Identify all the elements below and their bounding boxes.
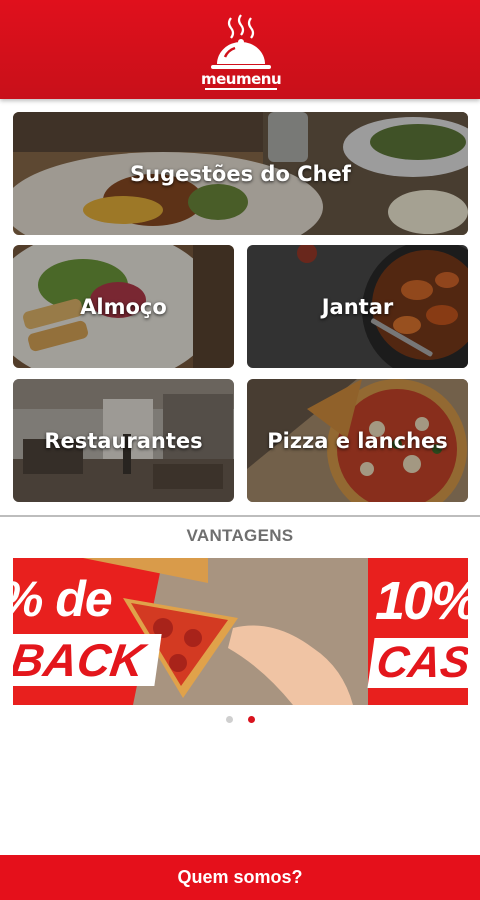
- meumenu-logo[interactable]: meumenu: [201, 12, 282, 92]
- banner-text-right-line2: CASH: [367, 638, 468, 688]
- category-card-chef-suggestions[interactable]: Sugestões do Chef: [13, 112, 468, 235]
- about-us-label: Quem somos?: [177, 867, 303, 887]
- category-card-pizza-snacks[interactable]: Pizza e lanches: [247, 379, 468, 502]
- category-label: Almoço: [80, 294, 167, 319]
- section-title-advantages: VANTAGENS: [186, 526, 294, 545]
- category-label: Jantar: [321, 294, 394, 319]
- category-card-restaurants[interactable]: Restaurantes: [13, 379, 234, 502]
- logo-underline: [205, 88, 277, 90]
- section-divider: [0, 515, 480, 517]
- category-label: Sugestões do Chef: [130, 161, 351, 186]
- banner-text-left-line2: BACK: [13, 634, 162, 686]
- carousel-dot-1[interactable]: [225, 716, 233, 723]
- banner-text-left-line1: % de: [13, 571, 113, 627]
- logo-wordmark: meumenu: [201, 70, 282, 88]
- promo-banner[interactable]: % de BACK 10% CASH: [13, 558, 468, 705]
- logo-text-part1: meu: [201, 70, 236, 88]
- banner-text-right-line1: 10%: [375, 571, 468, 631]
- category-card-lunch[interactable]: Almoço: [13, 245, 234, 368]
- carousel-indicator: [0, 716, 480, 723]
- carousel-dot-2-active[interactable]: [247, 716, 255, 723]
- about-us-button[interactable]: Quem somos?: [0, 855, 480, 900]
- category-label: Restaurantes: [44, 428, 203, 453]
- logo-text-part2: menu: [235, 70, 282, 88]
- category-card-dinner[interactable]: Jantar: [247, 245, 468, 368]
- app-header: meumenu: [0, 0, 480, 99]
- category-label: Pizza e lanches: [267, 428, 448, 453]
